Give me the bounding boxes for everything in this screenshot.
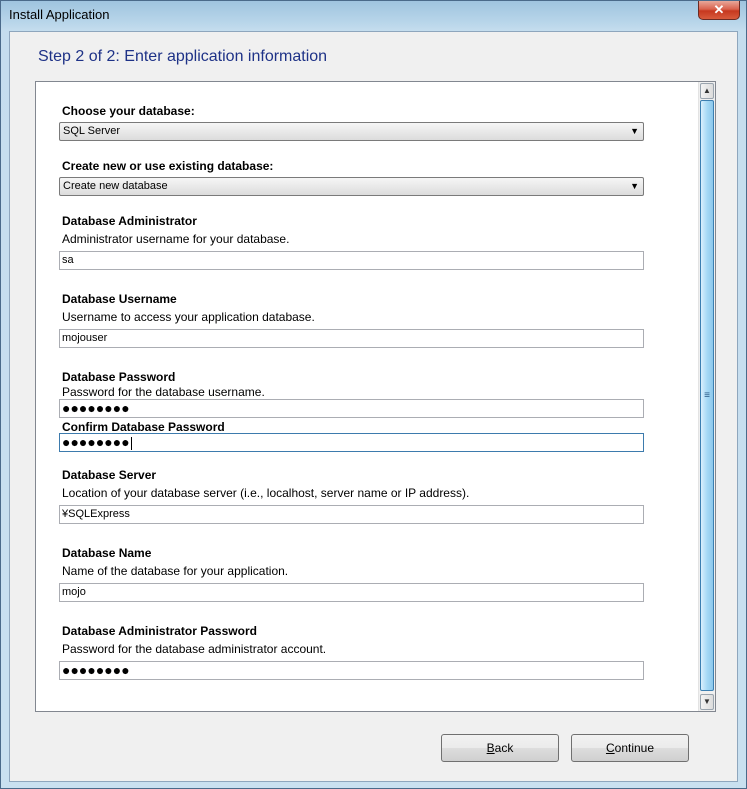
db-password-input[interactable]: ●●●●●●●● xyxy=(59,399,644,418)
db-server-description: Location of your database server (i.e., … xyxy=(62,486,470,500)
title-bar[interactable]: Install Application ✕ xyxy=(1,1,746,29)
db-password-description: Password for the database username. xyxy=(62,385,265,399)
close-button[interactable]: ✕ xyxy=(698,1,740,20)
db-admin-password-description: Password for the database administrator … xyxy=(62,642,327,656)
create-db-label: Create new or use existing database: xyxy=(62,159,274,173)
db-username-label: Database Username xyxy=(62,292,177,306)
back-button[interactable]: Back xyxy=(441,734,559,762)
close-icon: ✕ xyxy=(713,2,725,17)
scrollbar-thumb[interactable]: ≡ xyxy=(700,100,714,691)
back-mnemonic: B xyxy=(486,741,495,755)
confirm-password-value: ●●●●●●●● xyxy=(62,434,130,450)
create-db-select[interactable]: Create new database ▼ xyxy=(59,177,644,196)
grip-icon: ≡ xyxy=(704,390,710,401)
db-admin-input[interactable]: sa xyxy=(59,251,644,270)
db-name-label: Database Name xyxy=(62,546,152,560)
continue-button[interactable]: Continue xyxy=(571,734,689,762)
database-select-value: SQL Server xyxy=(63,125,121,137)
text-caret xyxy=(130,436,132,450)
step-title: Step 2 of 2: Enter application informati… xyxy=(38,48,328,65)
db-admin-password-label: Database Administrator Password xyxy=(62,624,257,638)
db-admin-label: Database Administrator xyxy=(62,214,197,228)
form-panel: Choose your database: SQL Server ▼ Creat… xyxy=(35,81,716,712)
install-window: Install Application ✕ Step 2 of 2: Enter… xyxy=(0,0,747,789)
arrow-down-icon[interactable]: ▼ xyxy=(700,694,714,710)
create-db-select-value: Create new database xyxy=(63,180,168,192)
chevron-down-icon: ▼ xyxy=(630,181,639,191)
database-label: Choose your database: xyxy=(62,104,195,118)
chevron-down-icon: ▼ xyxy=(630,126,639,136)
db-password-label: Database Password xyxy=(62,370,176,384)
db-server-label: Database Server xyxy=(62,468,157,482)
window-title: Install Application xyxy=(9,7,110,22)
continue-mnemonic: C xyxy=(605,741,615,755)
dialog-client: Step 2 of 2: Enter application informati… xyxy=(9,31,738,782)
back-label: ack xyxy=(494,741,514,755)
db-admin-password-input[interactable]: ●●●●●●●● xyxy=(59,661,644,680)
database-select[interactable]: SQL Server ▼ xyxy=(59,122,644,141)
db-name-input[interactable]: mojo xyxy=(59,583,644,602)
confirm-password-label: Confirm Database Password xyxy=(62,420,225,434)
db-server-input[interactable]: ¥SQLExpress xyxy=(59,505,644,524)
db-admin-description: Administrator username for your database… xyxy=(62,232,290,246)
db-username-input[interactable]: mojouser xyxy=(59,329,644,348)
continue-label: ontinue xyxy=(614,741,655,755)
db-name-description: Name of the database for your applicatio… xyxy=(62,564,289,578)
vertical-scrollbar[interactable]: ▲ ≡ ▼ xyxy=(698,82,715,711)
arrow-up-icon[interactable]: ▲ xyxy=(700,83,714,99)
confirm-password-input[interactable]: ●●●●●●●● xyxy=(59,433,644,452)
db-username-description: Username to access your application data… xyxy=(62,310,315,324)
